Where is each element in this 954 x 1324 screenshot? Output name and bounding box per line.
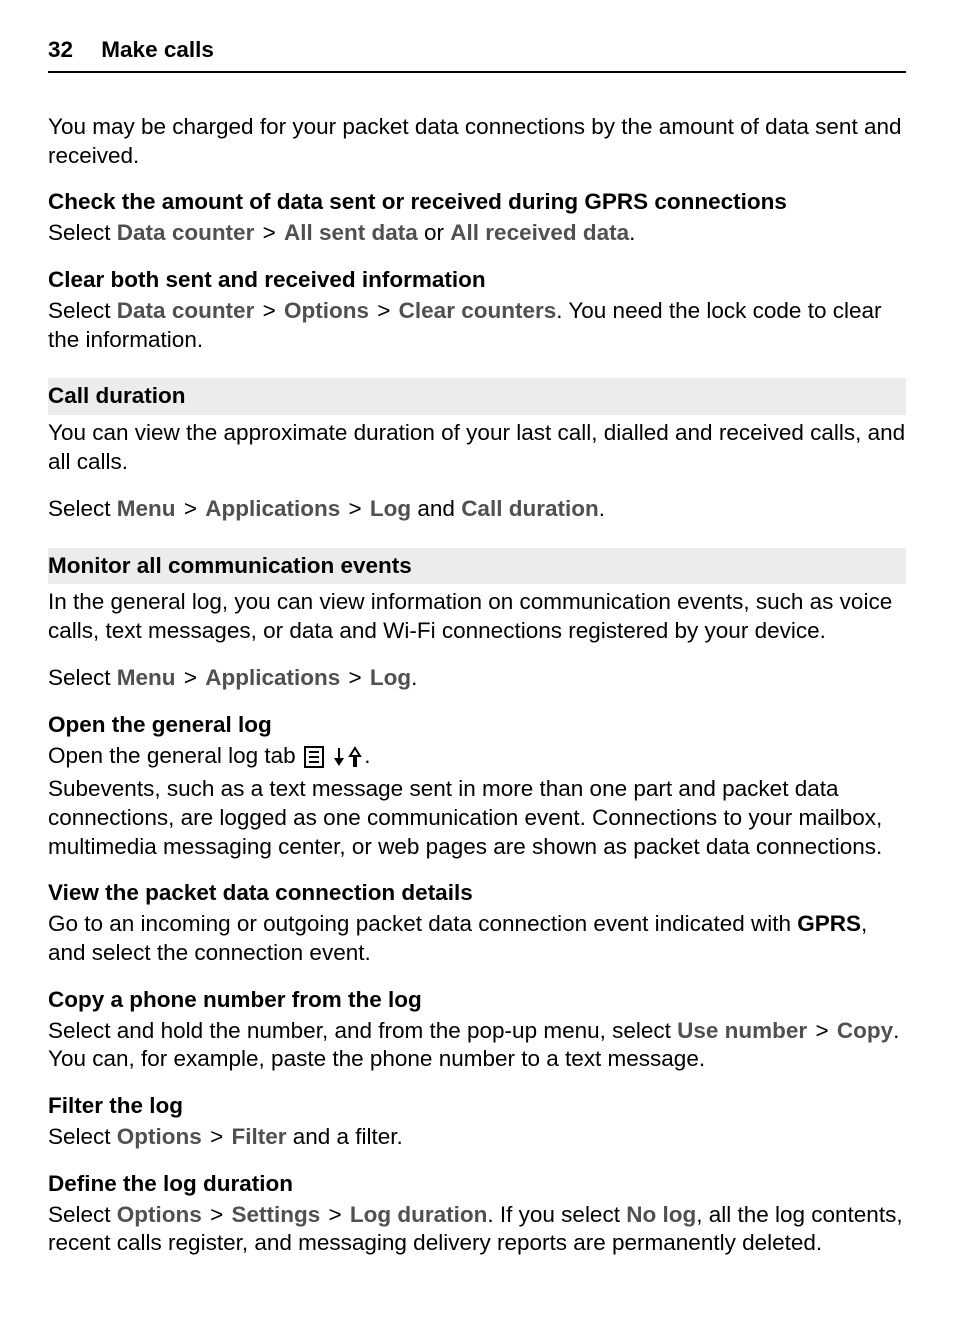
subevents-paragraph: Subevents, such as a text message sent i… <box>48 775 906 861</box>
copy-section: Copy a phone number from the log Select … <box>48 986 906 1074</box>
open-log-heading: Open the general log <box>48 711 906 740</box>
clear-section: Clear both sent and received information… <box>48 266 906 354</box>
gt-separator: > <box>347 496 364 521</box>
call-duration-select: Select Menu > Applications > Log and Cal… <box>48 495 906 524</box>
menu-data-counter: Data counter <box>117 298 255 323</box>
menu-data-counter: Data counter <box>117 220 255 245</box>
menu-settings: Settings <box>231 1202 320 1227</box>
page-header: 32 Make calls <box>48 36 906 73</box>
menu-call-duration: Call duration <box>461 496 599 521</box>
view-packet-section: View the packet data connection details … <box>48 879 906 967</box>
gt-separator: > <box>182 665 199 690</box>
text-before: Open the general log tab <box>48 743 302 768</box>
menu-all-received: All received data <box>450 220 629 245</box>
clear-body: Select Data counter > Options > Clear co… <box>48 297 906 355</box>
down-up-arrows-icon <box>332 746 362 768</box>
menu-no-log: No log <box>626 1202 696 1227</box>
gprs-heading: Check the amount of data sent or receive… <box>48 188 906 217</box>
gprs-section: Check the amount of data sent or receive… <box>48 188 906 248</box>
gt-separator: > <box>375 298 392 323</box>
define-section: Define the log duration Select Options >… <box>48 1170 906 1258</box>
view-packet-heading: View the packet data connection details <box>48 879 906 908</box>
intro-paragraph: You may be charged for your packet data … <box>48 113 906 171</box>
define-heading: Define the log duration <box>48 1170 906 1199</box>
gt-separator: > <box>261 220 278 245</box>
define-body: Select Options > Settings > Log duration… <box>48 1201 906 1259</box>
menu-options: Options <box>284 298 369 323</box>
menu-options: Options <box>117 1202 202 1227</box>
text-prefix: Select <box>48 665 117 690</box>
menu-all-sent: All sent data <box>284 220 418 245</box>
text-and: and <box>411 496 461 521</box>
section-call-duration: Call duration <box>48 378 906 415</box>
text-prefix: Go to an incoming or outgoing packet dat… <box>48 911 797 936</box>
gprs-label: GPRS <box>797 911 861 936</box>
text-prefix: Select <box>48 1202 117 1227</box>
filter-heading: Filter the log <box>48 1092 906 1121</box>
menu-copy: Copy <box>837 1018 893 1043</box>
view-packet-body: Go to an incoming or outgoing packet dat… <box>48 910 906 968</box>
text-prefix: Select <box>48 298 117 323</box>
text-suffix: and a filter. <box>286 1124 402 1149</box>
gt-separator: > <box>813 1018 830 1043</box>
menu-menu: Menu <box>117 496 176 521</box>
copy-heading: Copy a phone number from the log <box>48 986 906 1015</box>
call-duration-intro: You can view the approximate duration of… <box>48 419 906 477</box>
menu-applications: Applications <box>205 665 340 690</box>
filter-section: Filter the log Select Options > Filter a… <box>48 1092 906 1152</box>
text-prefix: Select <box>48 1124 117 1149</box>
monitor-select: Select Menu > Applications > Log. <box>48 664 906 693</box>
clear-heading: Clear both sent and received information <box>48 266 906 295</box>
menu-clear-counters: Clear counters <box>399 298 557 323</box>
gt-separator: > <box>208 1124 225 1149</box>
menu-filter: Filter <box>231 1124 286 1149</box>
gt-separator: > <box>347 665 364 690</box>
gprs-body: Select Data counter > All sent data or A… <box>48 219 906 248</box>
chapter-title: Make calls <box>101 36 214 65</box>
filter-body: Select Options > Filter and a filter. <box>48 1123 906 1152</box>
menu-menu: Menu <box>117 665 176 690</box>
gt-separator: > <box>327 1202 344 1227</box>
text-prefix: Select <box>48 220 117 245</box>
menu-log: Log <box>370 496 411 521</box>
text-period: . <box>629 220 635 245</box>
gt-separator: > <box>182 496 199 521</box>
open-log-line: Open the general log tab . <box>48 742 906 771</box>
gt-separator: > <box>261 298 278 323</box>
text-period: . <box>411 665 417 690</box>
log-tab-icon <box>304 742 362 771</box>
section-monitor: Monitor all communication events <box>48 548 906 585</box>
text-period: . <box>599 496 605 521</box>
page-number: 32 <box>48 36 73 65</box>
menu-use-number: Use number <box>677 1018 807 1043</box>
text-period: . <box>364 743 370 768</box>
text-or: or <box>418 220 451 245</box>
text-prefix: Select <box>48 496 117 521</box>
menu-options: Options <box>117 1124 202 1149</box>
list-box-icon <box>304 746 324 768</box>
menu-log-duration: Log duration <box>350 1202 487 1227</box>
copy-body: Select and hold the number, and from the… <box>48 1017 906 1075</box>
menu-applications: Applications <box>205 496 340 521</box>
monitor-intro: In the general log, you can view informa… <box>48 588 906 646</box>
text-prefix: Select and hold the number, and from the… <box>48 1018 677 1043</box>
menu-log: Log <box>370 665 411 690</box>
gt-separator: > <box>208 1202 225 1227</box>
text-mid: . If you select <box>487 1202 626 1227</box>
